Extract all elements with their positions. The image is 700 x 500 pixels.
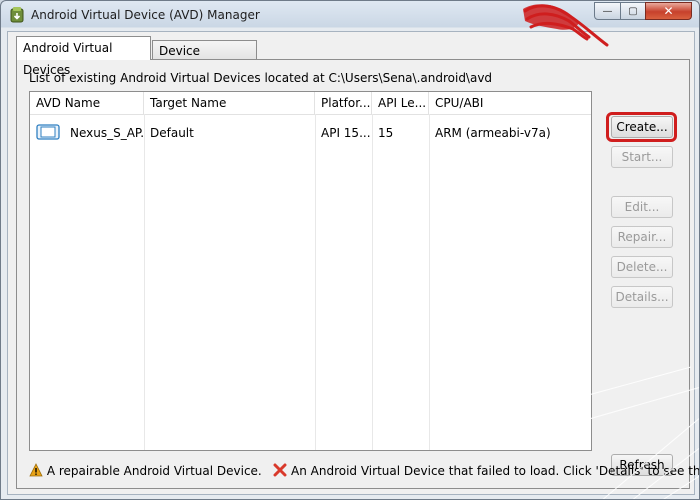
device-icon <box>36 124 60 140</box>
warning-icon <box>29 463 43 477</box>
tab-android-virtual-devices[interactable]: Android Virtual Devices <box>16 36 151 77</box>
cell-cpu-abi: ARM (armeabi-v7a) <box>435 126 551 140</box>
cell-platform: API 15... <box>321 126 371 140</box>
column-header-avd-name[interactable]: AVD Name <box>30 92 144 114</box>
cell-target-name: Default <box>150 126 194 140</box>
tab-device-definitions[interactable]: Device Definitions <box>152 40 257 78</box>
window-title: Android Virtual Device (AVD) Manager <box>31 8 260 22</box>
pointing-hand-icon <box>523 4 609 47</box>
close-icon: ✕ <box>663 4 674 18</box>
column-header-api-level[interactable]: API Le... <box>372 92 429 114</box>
cell-avd-name: Nexus_S_AP... <box>70 126 144 140</box>
column-header-cpu-abi[interactable]: CPU/ABI <box>429 92 591 114</box>
cell-api-level: 15 <box>378 126 394 140</box>
error-x-icon <box>273 463 287 477</box>
column-header-platform[interactable]: Platfor... <box>315 92 372 114</box>
close-button[interactable]: ✕ <box>645 2 692 20</box>
column-header-target-name[interactable]: Target Name <box>144 92 315 114</box>
avd-manager-window: Android Virtual Device (AVD) Manager — ▢… <box>0 0 700 500</box>
table-row[interactable]: Nexus_S_AP... Default API 15... 15 ARM (… <box>30 116 591 150</box>
repairable-legend-text: A repairable Android Virtual Device. <box>46 464 262 478</box>
column-divider <box>429 114 430 450</box>
android-sdk-icon <box>10 7 24 23</box>
table-header: AVD Name Target Name Platfor... API Le..… <box>30 92 591 115</box>
maximize-button[interactable]: ▢ <box>620 2 646 20</box>
edit-button[interactable]: Edit... <box>611 196 673 218</box>
column-divider <box>315 114 316 450</box>
watermark-lines <box>561 366 699 499</box>
column-divider <box>144 114 145 450</box>
maximize-icon: ▢ <box>628 5 638 17</box>
create-button[interactable]: Create... <box>611 116 673 138</box>
repair-button[interactable]: Repair... <box>611 226 673 248</box>
avd-location-label: List of existing Android Virtual Devices… <box>29 71 493 85</box>
delete-button[interactable]: Delete... <box>611 256 673 278</box>
start-button[interactable]: Start... <box>611 146 673 168</box>
details-button[interactable]: Details... <box>611 286 673 308</box>
avd-table[interactable]: AVD Name Target Name Platfor... API Le..… <box>29 91 592 451</box>
column-divider <box>372 114 373 450</box>
